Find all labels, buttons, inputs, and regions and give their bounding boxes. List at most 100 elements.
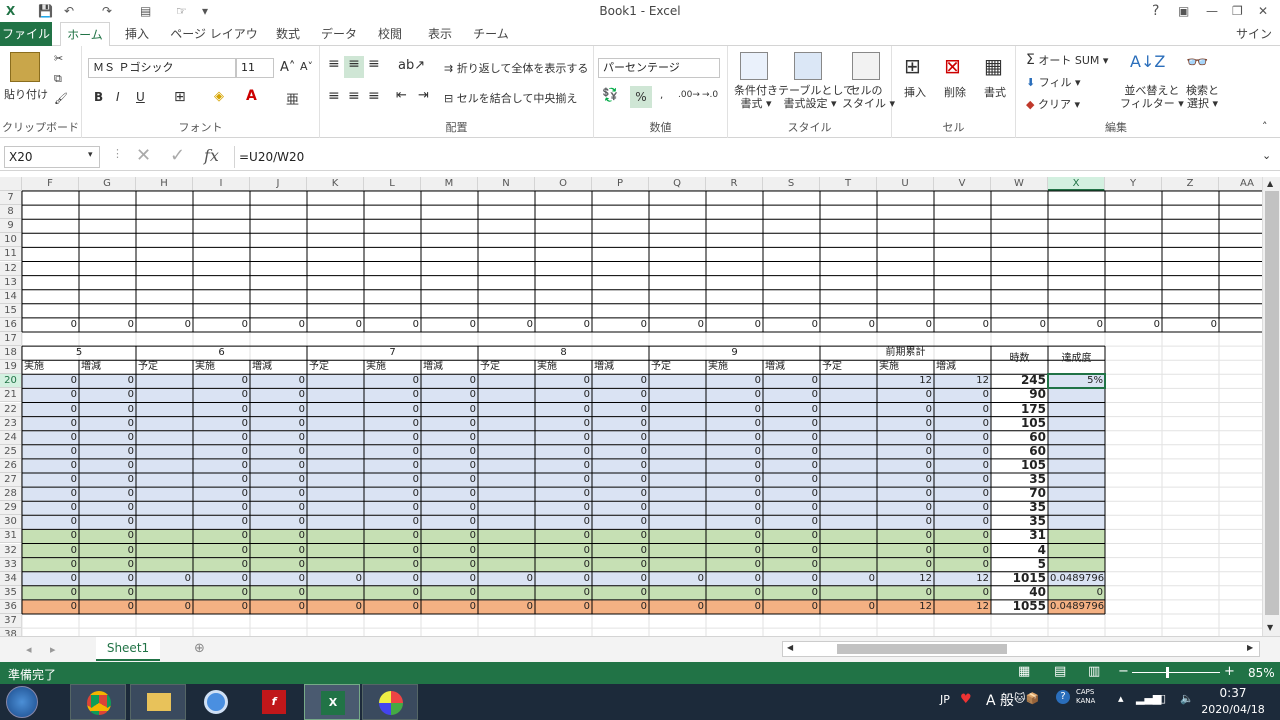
phonetic-icon[interactable]: 亜 — [286, 89, 299, 108]
cell-J26[interactable]: 0 — [250, 459, 307, 473]
cell-R22[interactable]: 0 — [706, 403, 763, 417]
cell-I26[interactable]: 0 — [193, 459, 250, 473]
cell-F28[interactable]: 0 — [22, 487, 79, 501]
clock-date[interactable]: 2020/04/18 — [1200, 703, 1266, 716]
cell-U33[interactable]: 0 — [877, 558, 934, 572]
selected-cell-x20[interactable] — [1047, 373, 1106, 390]
cell-S21[interactable]: 0 — [763, 388, 820, 402]
cell-T22[interactable] — [820, 403, 877, 417]
cell-S34[interactable]: 0 — [763, 572, 820, 586]
rate-26[interactable] — [1048, 459, 1105, 473]
cell-K23[interactable] — [307, 417, 364, 431]
sort-filter-button[interactable]: 並べ替えと フィルター ▾ — [1120, 84, 1184, 110]
cell-H26[interactable] — [136, 459, 193, 473]
hours-36[interactable]: 1055 — [991, 600, 1048, 614]
cell-Q20[interactable] — [649, 374, 706, 388]
cell-K32[interactable] — [307, 544, 364, 558]
align-top-icon[interactable]: ≡ — [328, 56, 340, 72]
cell-H23[interactable] — [136, 417, 193, 431]
cell-I29[interactable]: 0 — [193, 501, 250, 515]
cell-G35[interactable]: 0 — [79, 586, 136, 600]
cell-F21[interactable]: 0 — [22, 388, 79, 402]
cell-L26[interactable]: 0 — [364, 459, 421, 473]
cell-T26[interactable] — [820, 459, 877, 473]
cell-V30[interactable]: 0 — [934, 515, 991, 529]
cell-N30[interactable] — [478, 515, 535, 529]
cell-G31[interactable]: 0 — [79, 529, 136, 543]
cell-Q29[interactable] — [649, 501, 706, 515]
cell-V28[interactable]: 0 — [934, 487, 991, 501]
cell-Q22[interactable] — [649, 403, 706, 417]
cell-L33[interactable]: 0 — [364, 558, 421, 572]
cell-U25[interactable]: 0 — [877, 445, 934, 459]
cell-J28[interactable]: 0 — [250, 487, 307, 501]
conditional-format-button[interactable]: 条件付き 書式 ▾ — [732, 84, 780, 110]
cell-S23[interactable]: 0 — [763, 417, 820, 431]
cell-R26[interactable]: 0 — [706, 459, 763, 473]
cell-F29[interactable]: 0 — [22, 501, 79, 515]
cell-L24[interactable]: 0 — [364, 431, 421, 445]
cell-V32[interactable]: 0 — [934, 544, 991, 558]
cell-H27[interactable] — [136, 473, 193, 487]
cell-I35[interactable]: 0 — [193, 586, 250, 600]
cell-row16[interactable]: 0 — [79, 318, 136, 332]
cell-row16[interactable]: 0 — [478, 318, 535, 332]
cell-O31[interactable]: 0 — [535, 529, 592, 543]
cell-L25[interactable]: 0 — [364, 445, 421, 459]
cell-Q34[interactable]: 0 — [649, 572, 706, 586]
cell-K35[interactable] — [307, 586, 364, 600]
cell-Q35[interactable] — [649, 586, 706, 600]
cell-T25[interactable] — [820, 445, 877, 459]
cell-J22[interactable]: 0 — [250, 403, 307, 417]
cell-U31[interactable]: 0 — [877, 529, 934, 543]
cell-O36[interactable]: 0 — [535, 600, 592, 614]
cell-I32[interactable]: 0 — [193, 544, 250, 558]
cell-M35[interactable]: 0 — [421, 586, 478, 600]
cell-T23[interactable] — [820, 417, 877, 431]
cell-R23[interactable]: 0 — [706, 417, 763, 431]
cell-F22[interactable]: 0 — [22, 403, 79, 417]
cell-G28[interactable]: 0 — [79, 487, 136, 501]
cell-U22[interactable]: 0 — [877, 403, 934, 417]
cell-I33[interactable]: 0 — [193, 558, 250, 572]
cell-V25[interactable]: 0 — [934, 445, 991, 459]
cell-K33[interactable] — [307, 558, 364, 572]
cell-N29[interactable] — [478, 501, 535, 515]
rate-22[interactable] — [1048, 403, 1105, 417]
cell-G25[interactable]: 0 — [79, 445, 136, 459]
cell-U32[interactable]: 0 — [877, 544, 934, 558]
rate-31[interactable] — [1048, 529, 1105, 543]
cell-I36[interactable]: 0 — [193, 600, 250, 614]
cell-V23[interactable]: 0 — [934, 417, 991, 431]
cell-T31[interactable] — [820, 529, 877, 543]
cell-L34[interactable]: 0 — [364, 572, 421, 586]
cell-R30[interactable]: 0 — [706, 515, 763, 529]
language-indicator[interactable]: JP — [940, 693, 950, 706]
cell-L31[interactable]: 0 — [364, 529, 421, 543]
cell-N35[interactable] — [478, 586, 535, 600]
cell-V26[interactable]: 0 — [934, 459, 991, 473]
cell-G34[interactable]: 0 — [79, 572, 136, 586]
chrome-task-icon[interactable] — [70, 684, 126, 720]
cell-U28[interactable]: 0 — [877, 487, 934, 501]
tab-0[interactable]: ファイル — [0, 22, 52, 46]
cell-P21[interactable]: 0 — [592, 388, 649, 402]
hscroll-thumb[interactable] — [837, 644, 1007, 654]
new-sheet-icon[interactable]: ⊕ — [194, 641, 205, 656]
cell-S27[interactable]: 0 — [763, 473, 820, 487]
zoom-level[interactable]: 85% — [1248, 666, 1275, 680]
cell-N22[interactable] — [478, 403, 535, 417]
cell-F36[interactable]: 0 — [22, 600, 79, 614]
cell-V20[interactable]: 12 — [934, 374, 991, 388]
cell-H30[interactable] — [136, 515, 193, 529]
cell-J27[interactable]: 0 — [250, 473, 307, 487]
font-shrink-icon[interactable]: A˅ — [300, 60, 313, 73]
cell-row16[interactable]: 0 — [649, 318, 706, 332]
binoculars-icon[interactable]: 👓 — [1186, 52, 1208, 73]
cell-row16[interactable]: 0 — [877, 318, 934, 332]
cell-M34[interactable]: 0 — [421, 572, 478, 586]
horizontal-scrollbar[interactable]: ◀ ▶ — [782, 641, 1260, 657]
cell-S29[interactable]: 0 — [763, 501, 820, 515]
cell-V34[interactable]: 12 — [934, 572, 991, 586]
cell-K30[interactable] — [307, 515, 364, 529]
